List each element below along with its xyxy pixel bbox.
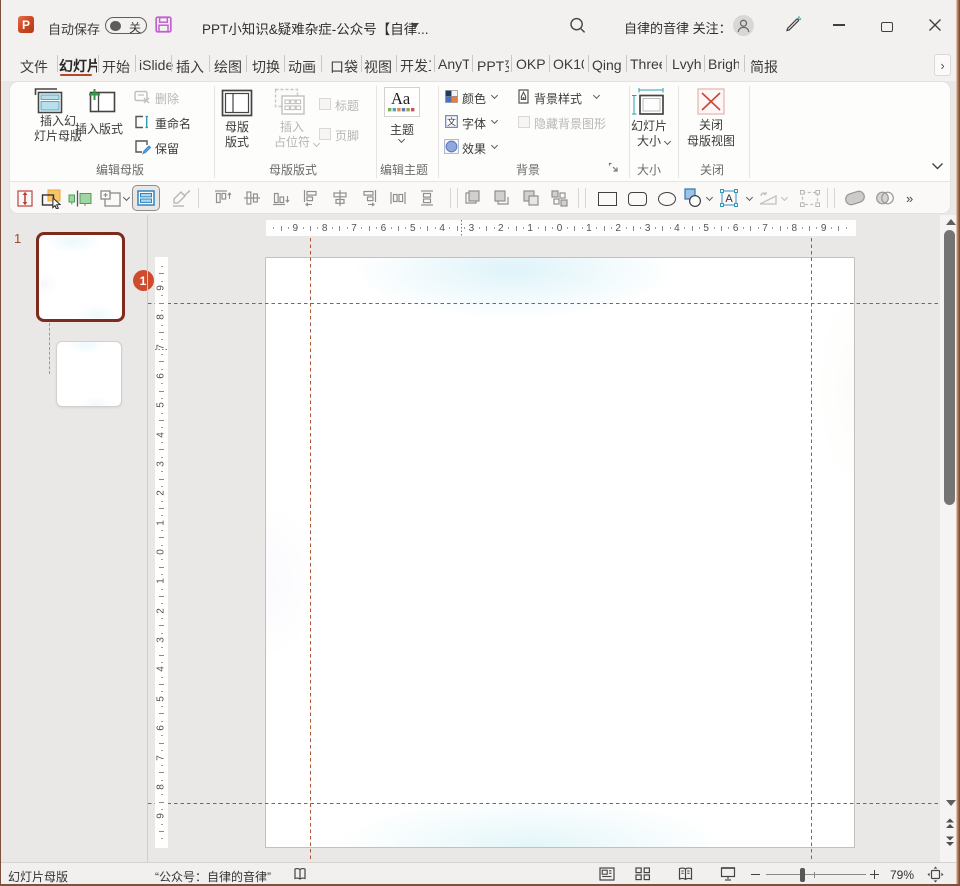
svg-text:A: A [725, 193, 733, 205]
svg-text:文: 文 [447, 116, 456, 127]
